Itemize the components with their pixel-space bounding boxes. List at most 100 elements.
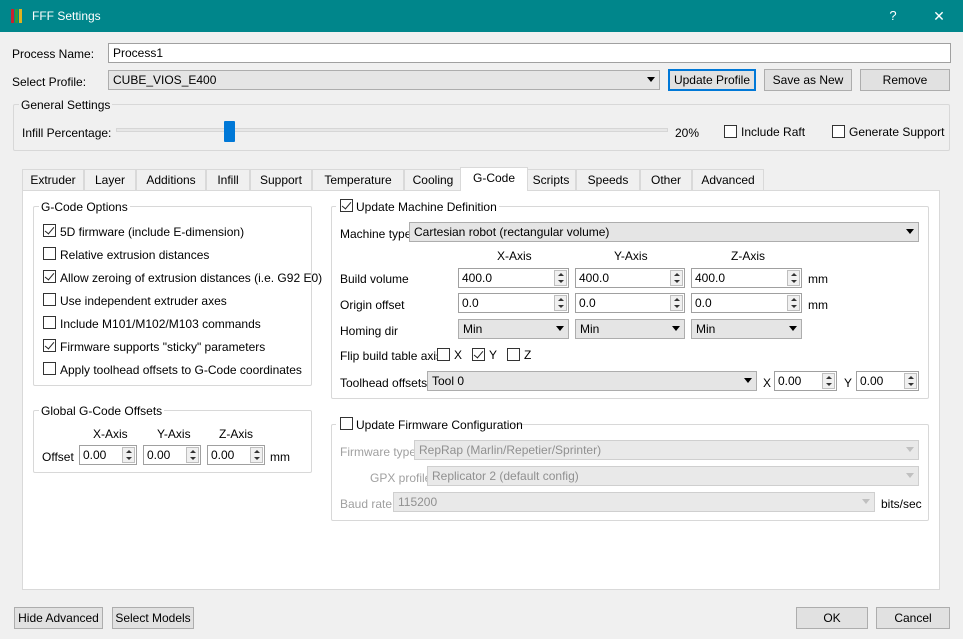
spin-arrows-icon[interactable] (554, 270, 567, 286)
gpx-profile-label: GPX profile (370, 471, 432, 485)
origin-offset-z[interactable]: 0.0 (691, 293, 802, 313)
origin-offset-z-value: 0.0 (695, 296, 712, 310)
chevron-down-icon (906, 447, 914, 452)
baud-rate-select[interactable]: 115200 (393, 492, 875, 512)
spin-arrows-icon[interactable] (554, 295, 567, 311)
global-offset-x[interactable]: 0.00 (79, 445, 137, 465)
tab-infill[interactable]: Infill (206, 169, 250, 190)
gcode-option-label: Include M101/M102/M103 commands (60, 317, 261, 331)
flip-y-checkbox[interactable] (472, 348, 485, 361)
spin-arrows-icon[interactable] (250, 447, 263, 463)
spin-arrows-icon[interactable] (904, 373, 917, 389)
baud-rate-unit: bits/sec (881, 497, 922, 511)
origin-offset-y[interactable]: 0.0 (575, 293, 685, 313)
close-button[interactable]: ✕ (928, 6, 950, 26)
homing-y-select[interactable]: Min (575, 319, 685, 339)
chevron-down-icon (556, 326, 564, 331)
build-volume-z[interactable]: 400.0 (691, 268, 802, 288)
global-offset-y-value: 0.00 (147, 448, 171, 462)
remove-button[interactable]: Remove (860, 69, 950, 91)
firmware-type-label: Firmware type (340, 445, 417, 459)
tab-layer[interactable]: Layer (84, 169, 136, 190)
gcode-option-checkbox[interactable] (43, 247, 56, 260)
tab-support[interactable]: Support (250, 169, 312, 190)
gcode-options-title: G-Code Options (39, 200, 130, 214)
global-offsets-title: Global G-Code Offsets (39, 404, 165, 418)
gcode-option-checkbox[interactable] (43, 270, 56, 283)
tab-extruder[interactable]: Extruder (22, 169, 84, 190)
homing-dir-label: Homing dir (340, 324, 399, 338)
update-machine-checkbox[interactable] (340, 199, 353, 212)
tool-x-offset[interactable]: 0.00 (774, 371, 837, 391)
spin-arrows-icon[interactable] (787, 295, 800, 311)
process-name-label: Process Name: (12, 47, 95, 61)
hide-advanced-button[interactable]: Hide Advanced (14, 607, 103, 629)
chevron-down-icon (906, 229, 914, 234)
global-offset-z[interactable]: 0.00 (207, 445, 265, 465)
gcode-option-checkbox[interactable] (43, 339, 56, 352)
tab-scripts[interactable]: Scripts (526, 169, 576, 190)
update-firmware-checkbox[interactable] (340, 417, 353, 430)
gcode-option-checkbox[interactable] (43, 293, 56, 306)
update-firmware-label: Update Firmware Configuration (356, 418, 523, 432)
tab-additions[interactable]: Additions (136, 169, 206, 190)
generate-support-checkbox[interactable] (832, 125, 845, 138)
gcode-option-label: Firmware supports "sticky" parameters (60, 340, 266, 354)
gpx-profile-select[interactable]: Replicator 2 (default config) (427, 466, 919, 486)
tab-other[interactable]: Other (640, 169, 692, 190)
include-raft-checkbox[interactable] (724, 125, 737, 138)
tab-advanced[interactable]: Advanced (692, 169, 764, 190)
global-x-header: X-Axis (93, 427, 128, 441)
tab-speeds[interactable]: Speeds (576, 169, 640, 190)
machine-x-header: X-Axis (497, 249, 532, 263)
machine-y-header: Y-Axis (614, 249, 648, 263)
tab-g-code[interactable]: G-Code (460, 167, 528, 191)
infill-slider-thumb[interactable] (224, 121, 236, 142)
update-profile-button[interactable]: Update Profile (668, 69, 756, 91)
tab-temperature[interactable]: Temperature (312, 169, 404, 190)
gcode-option-checkbox[interactable] (43, 224, 56, 237)
spin-arrows-icon[interactable] (822, 373, 835, 389)
help-button[interactable]: ? (882, 6, 904, 26)
select-profile-label: Select Profile: (12, 75, 87, 89)
spin-arrows-icon[interactable] (186, 447, 199, 463)
toolhead-select[interactable]: Tool 0 (427, 371, 757, 391)
flip-z-checkbox[interactable] (507, 348, 520, 361)
build-volume-z-value: 400.0 (695, 271, 726, 285)
global-offset-label: Offset (42, 450, 74, 464)
spin-arrows-icon[interactable] (670, 270, 683, 286)
ok-button[interactable]: OK (796, 607, 868, 629)
homing-x-select[interactable]: Min (458, 319, 569, 339)
global-offset-y[interactable]: 0.00 (143, 445, 201, 465)
select-models-button[interactable]: Select Models (112, 607, 194, 629)
machine-type-select[interactable]: Cartesian robot (rectangular volume) (409, 222, 919, 242)
global-offset-z-value: 0.00 (211, 448, 235, 462)
gcode-option-label: Use independent extruder axes (60, 294, 227, 308)
spin-arrows-icon[interactable] (787, 270, 800, 286)
profile-select-value: CUBE_VIOS_E400 (113, 73, 217, 87)
build-volume-y[interactable]: 400.0 (575, 268, 685, 288)
save-as-new-button[interactable]: Save as New (764, 69, 852, 91)
include-raft-label: Include Raft (741, 125, 806, 139)
flip-x-checkbox[interactable] (437, 348, 450, 361)
gcode-option-label: 5D firmware (include E-dimension) (60, 225, 245, 239)
tool-y-offset[interactable]: 0.00 (856, 371, 919, 391)
generate-support-label: Generate Support (849, 125, 945, 139)
spin-arrows-icon[interactable] (122, 447, 135, 463)
tool-x-label: X (763, 376, 772, 390)
origin-offset-x[interactable]: 0.0 (458, 293, 569, 313)
chevron-down-icon (789, 326, 797, 331)
tab-cooling[interactable]: Cooling (404, 169, 462, 190)
process-name-input[interactable]: Process1 (108, 43, 951, 63)
spin-arrows-icon[interactable] (670, 295, 683, 311)
machine-type-label: Machine type (340, 227, 412, 241)
flip-axis-label: Flip build table axis (340, 349, 443, 363)
homing-z-select[interactable]: Min (691, 319, 802, 339)
profile-select[interactable]: CUBE_VIOS_E400 (108, 70, 660, 90)
build-volume-x[interactable]: 400.0 (458, 268, 569, 288)
gcode-option-checkbox[interactable] (43, 316, 56, 329)
gcode-option-checkbox[interactable] (43, 362, 56, 375)
firmware-type-select[interactable]: RepRap (Marlin/Repetier/Sprinter) (414, 440, 919, 460)
cancel-button[interactable]: Cancel (876, 607, 950, 629)
infill-slider-track[interactable] (116, 128, 668, 132)
